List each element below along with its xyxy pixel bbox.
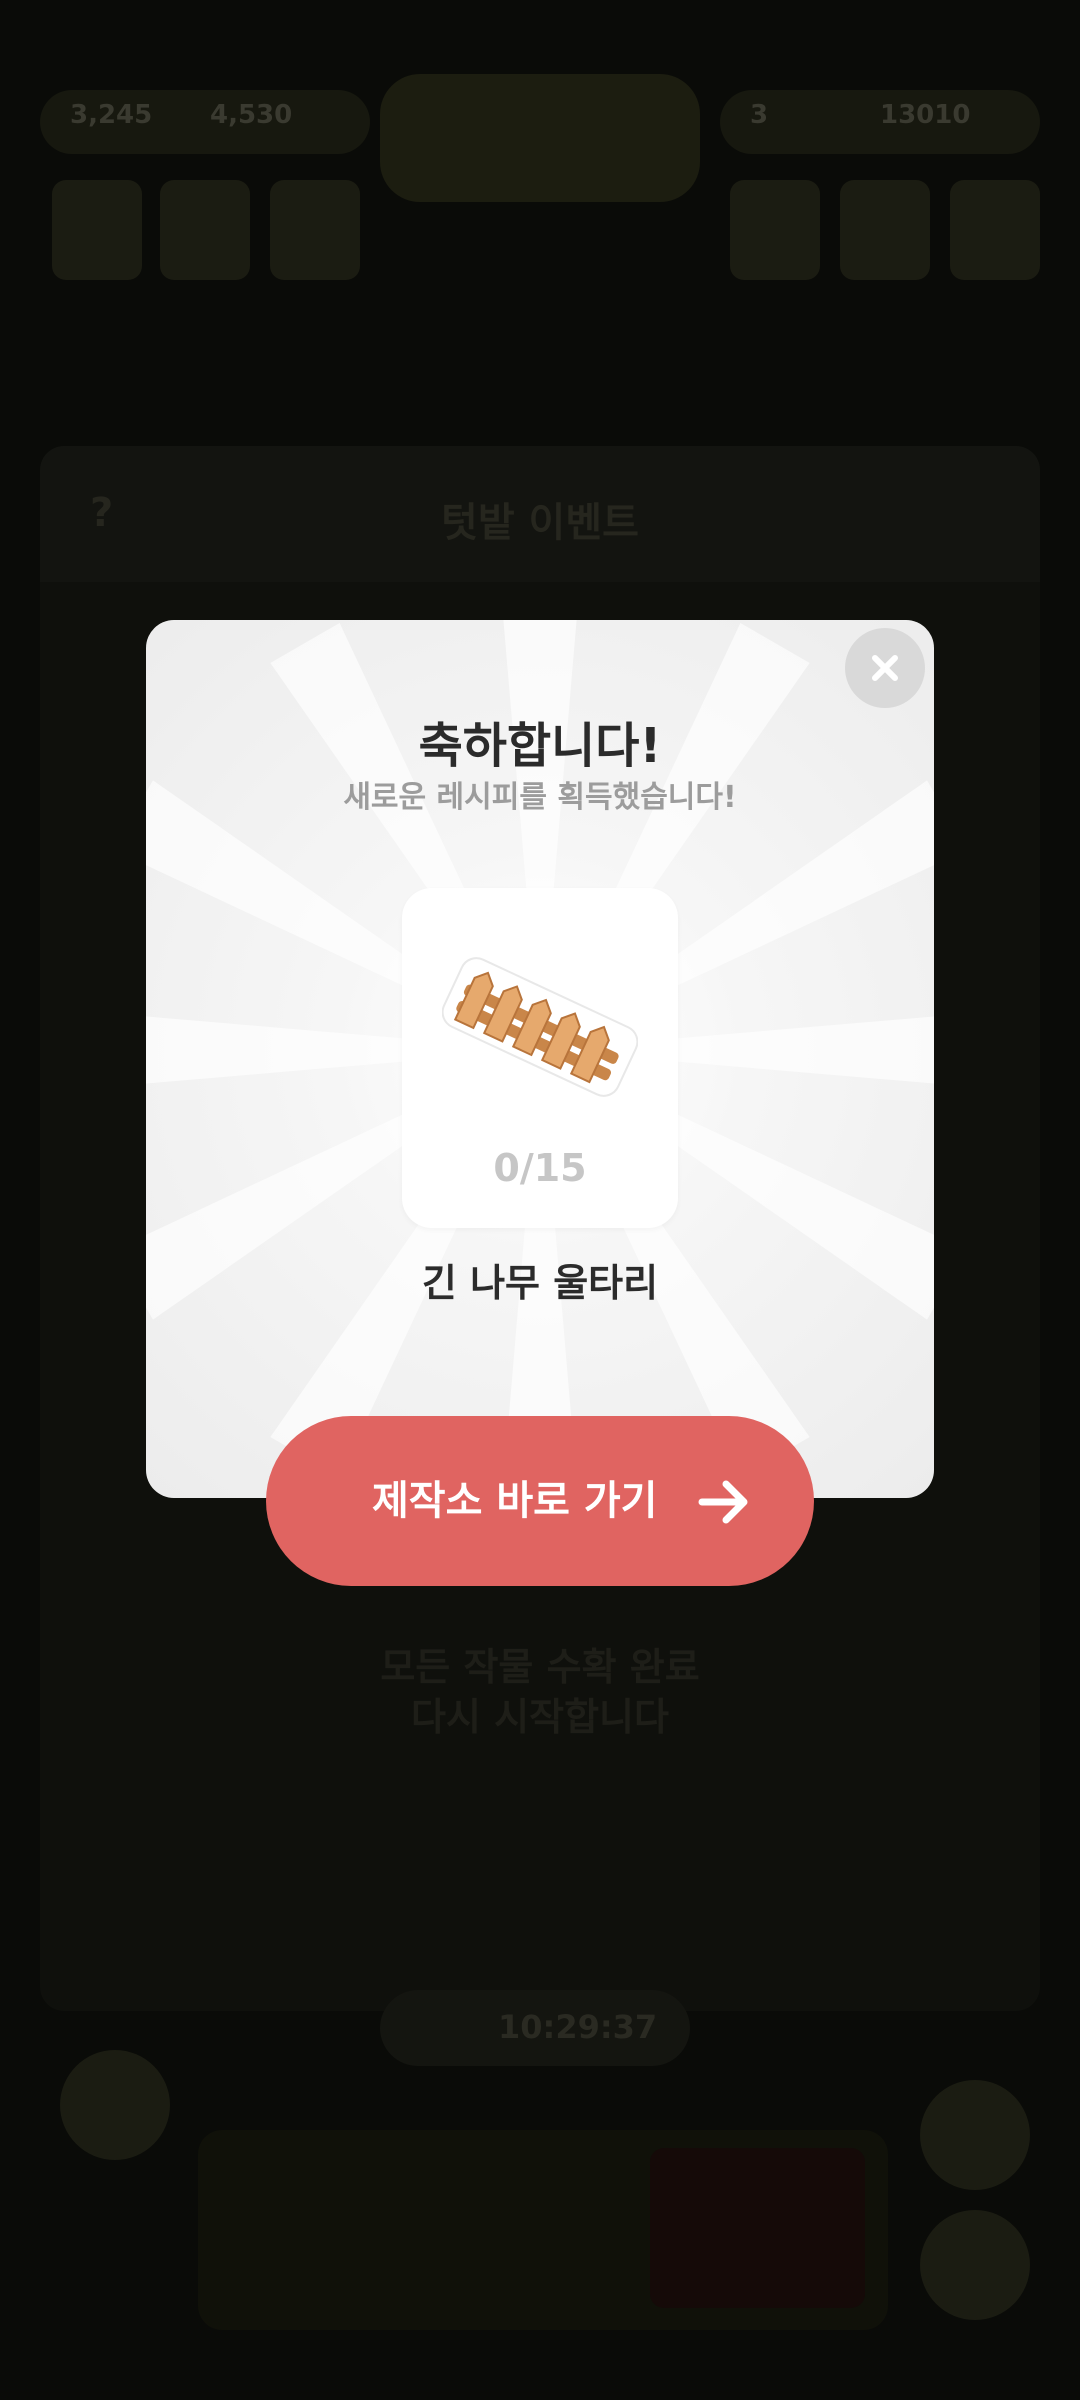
panel-message-line2: 다시 시작합니다: [411, 1695, 669, 1739]
timer-value: 10:29:37: [498, 2008, 658, 2046]
go-to-workshop-button[interactable]: 제작소 바로 가기: [266, 1416, 814, 1586]
close-icon: [872, 655, 898, 681]
currency-value-4: 13010: [880, 100, 971, 130]
hud-button-book[interactable]: [52, 180, 142, 280]
camera-button[interactable]: [920, 2210, 1030, 2320]
recipe-progress-count: 0/15: [493, 1146, 587, 1190]
panel-message-line1: 모든 작물 수확 완료: [380, 1645, 700, 1689]
modal-title: 축하합니다!: [418, 718, 662, 774]
hud-button-shop[interactable]: [950, 180, 1040, 280]
hud-button-bag[interactable]: [270, 180, 360, 280]
arrow-right-icon: [698, 1480, 748, 1524]
currency-value-3: 3: [750, 100, 769, 130]
currency-value-2: 4,530: [210, 100, 293, 130]
hud-button-gift[interactable]: [160, 180, 250, 280]
bottom-promo-button[interactable]: [650, 2148, 865, 2308]
hud-button-quest[interactable]: [840, 180, 930, 280]
event-banner[interactable]: [380, 74, 700, 202]
event-timer: 10:29:37: [380, 1990, 690, 2066]
modal-subtitle: 새로운 레시피를 획득했습니다!: [343, 780, 737, 815]
wooden-fence-icon: [442, 957, 638, 1097]
recipe-item-name: 긴 나무 울타리: [421, 1261, 659, 1305]
go-to-workshop-label: 제작소 바로 가기: [372, 1478, 658, 1524]
panel-title: 텃밭 이벤트: [441, 500, 639, 546]
garden-event-header: ? 텃밭 이벤트: [40, 446, 1040, 582]
top-resource-bar: 3,245 4,530 3 13010: [40, 74, 1040, 202]
hud-button-trophy[interactable]: [730, 180, 820, 280]
recipe-item-card: 0/15: [402, 888, 678, 1228]
bottom-right-button[interactable]: [920, 2080, 1030, 2190]
bottom-left-button[interactable]: [60, 2050, 170, 2160]
currency-value-1: 3,245: [70, 100, 153, 130]
close-button[interactable]: [845, 628, 925, 708]
